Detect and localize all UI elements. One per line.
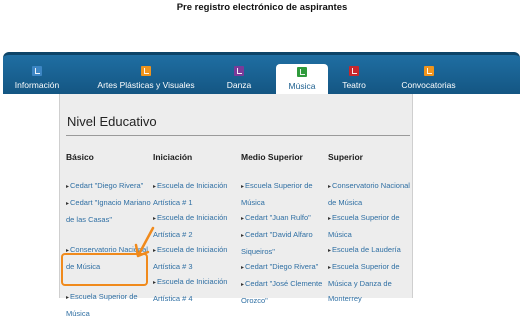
- main-nav-bar: Información Artes Plásticas y Visuales D…: [3, 52, 520, 97]
- nav-tab-teatro[interactable]: Teatro: [336, 63, 372, 97]
- dance-icon: [234, 66, 244, 76]
- nav-tab-informacion[interactable]: Información: [12, 63, 62, 97]
- school-link[interactable]: ▸Cedart "Diego Rivera": [66, 178, 154, 195]
- column-medio-superior: Medio Superior ▸Escuela Superior de Músi…: [241, 152, 327, 308]
- nav-tab-label: Información: [14, 80, 60, 90]
- column-header: Medio Superior: [241, 152, 303, 162]
- school-link[interactable]: ▸Cedart "Juan Rulfo": [241, 210, 327, 227]
- nav-tab-label: Danza: [226, 80, 252, 90]
- palette-icon: [141, 66, 151, 76]
- nav-tab-label: Convocatorias: [401, 80, 456, 90]
- nav-tab-label: Artes Plásticas y Visuales: [97, 80, 195, 90]
- column-superior: Superior ▸Conservatorio Nacional de Músi…: [328, 152, 412, 306]
- school-link[interactable]: ▸Conservatorio Nacional de Música: [328, 178, 412, 210]
- school-link[interactable]: ▸Cedart "Diego Rivera": [241, 259, 327, 276]
- school-link[interactable]: ▸Escuela de Iniciación Artística # 3: [153, 242, 239, 274]
- school-link[interactable]: ▸Escuela Superior de Música: [241, 178, 327, 210]
- school-link-highlighted[interactable]: ▸Escuela Superior de Música: [66, 289, 154, 321]
- school-link[interactable]: ▸Cedart "José Clemente Orozco": [241, 276, 327, 308]
- theater-icon: [349, 66, 359, 76]
- school-link[interactable]: ▸Escuela de Iniciación Artística # 2: [153, 210, 239, 242]
- nav-tab-artes-plasticas[interactable]: Artes Plásticas y Visuales: [90, 63, 202, 97]
- info-icon: [32, 66, 42, 76]
- nav-tab-convocatorias[interactable]: Convocatorias: [396, 63, 461, 97]
- panel-divider: [66, 135, 410, 136]
- school-link[interactable]: ▸Escuela Superior de Música y Danza de M…: [328, 259, 412, 306]
- page-title: Pre registro electrónico de aspirantes: [176, 2, 348, 13]
- music-icon: [297, 67, 307, 77]
- school-link[interactable]: ▸Escuela Superior de Música: [328, 210, 412, 242]
- school-link[interactable]: ▸Escuela de Laudería: [328, 242, 412, 259]
- school-link[interactable]: ▸Escuela de Iniciación Artística # 1: [153, 178, 239, 210]
- school-link[interactable]: ▸Escuela de Iniciación Artística # 4: [153, 274, 239, 306]
- column-header: Iniciación: [153, 152, 193, 162]
- nav-tab-label: Teatro: [342, 80, 366, 90]
- calendar-icon: [423, 66, 434, 76]
- panel-title: Nivel Educativo: [67, 114, 157, 129]
- column-header: Superior: [328, 152, 363, 162]
- school-link[interactable]: ▸Cedart "Ignacio Mariano de las Casas": [66, 195, 154, 227]
- nav-tab-danza[interactable]: Danza: [219, 63, 259, 97]
- nav-tab-label: Música: [288, 81, 316, 91]
- column-iniciacion: Iniciación ▸Escuela de Iniciación Artíst…: [153, 152, 239, 306]
- school-link[interactable]: ▸Cedart "David Alfaro Siqueiros": [241, 227, 327, 259]
- annotation-arrow-icon: [134, 226, 155, 258]
- column-header: Básico: [66, 152, 94, 162]
- nav-tab-musica[interactable]: Música: [276, 64, 328, 97]
